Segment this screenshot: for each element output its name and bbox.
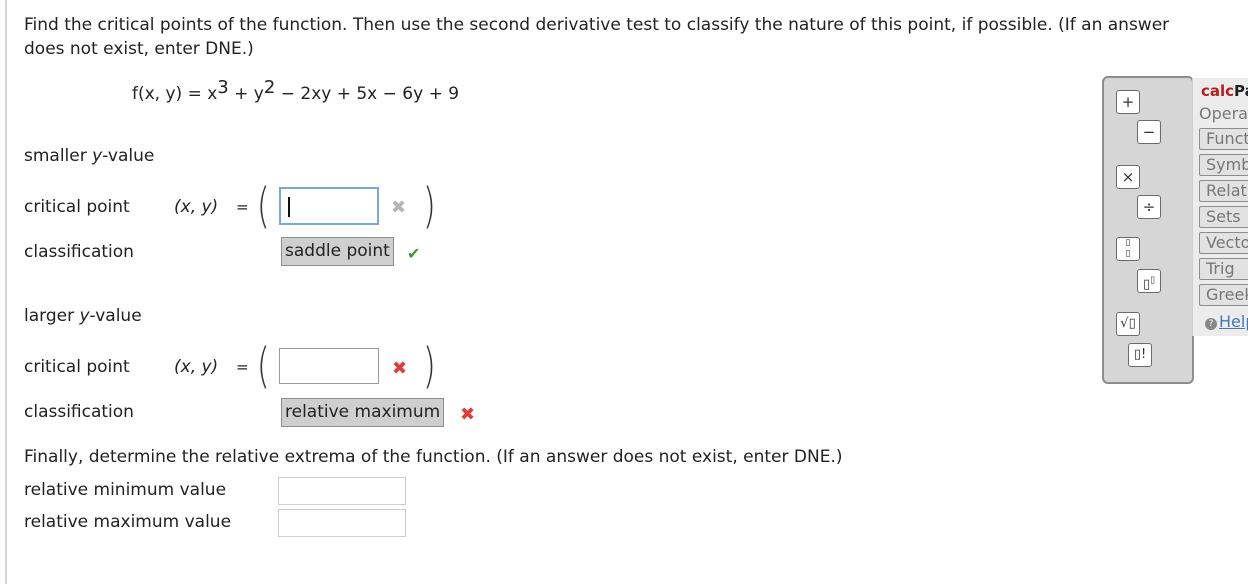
- smaller-xy-label: (x, y): [174, 197, 219, 217]
- math-palette: + − × ÷ ▯ ▯ ▯▯ √▯ ▯!: [1102, 76, 1194, 384]
- help-text: Help: [1219, 312, 1248, 331]
- operations-label: Operations: [1199, 104, 1248, 123]
- calcpad-title: calcPad: [1201, 82, 1248, 100]
- smaller-critical-point-input[interactable]: [279, 187, 379, 225]
- smaller-equals: =: [236, 198, 249, 216]
- function-rest: − 2xy + 5x − 6y + 9: [275, 84, 460, 104]
- larger-class-label: classification: [24, 402, 134, 422]
- heading-text: larger: [24, 306, 80, 326]
- help-icon: ?: [1205, 318, 1217, 330]
- smaller-classification-select[interactable]: saddle point: [281, 237, 394, 266]
- smaller-class-label: classification: [24, 242, 134, 262]
- larger-close-paren: ): [422, 338, 436, 394]
- tab-vectors[interactable]: Vectors: [1199, 232, 1248, 254]
- larger-class-x-icon: ✖: [460, 404, 476, 425]
- smaller-cp-x-icon: ✖: [391, 197, 407, 218]
- larger-critical-point-input[interactable]: [279, 348, 379, 384]
- tab-relations[interactable]: Relations: [1199, 180, 1248, 202]
- smaller-class-check-icon: ✔: [407, 244, 421, 263]
- extrema-prompt: Finally, determine the relative extrema …: [24, 447, 843, 467]
- power-button[interactable]: ▯▯: [1137, 269, 1161, 293]
- heading-var: y: [92, 146, 103, 166]
- tab-trig[interactable]: Trig: [1199, 258, 1248, 280]
- heading-suffix: -value: [102, 146, 155, 166]
- heading-text: smaller: [24, 146, 93, 166]
- heading-var: y: [79, 306, 90, 326]
- divide-button[interactable]: ÷: [1137, 195, 1161, 219]
- tab-greek[interactable]: Greek: [1199, 284, 1248, 306]
- min-value-label: relative minimum value: [24, 480, 227, 500]
- smaller-close-paren: ): [422, 178, 436, 234]
- left-border: [5, 0, 7, 584]
- larger-xy-label: (x, y): [174, 357, 219, 377]
- smaller-open-paren: (: [256, 178, 270, 234]
- calcpad-title-red: calc: [1201, 82, 1235, 100]
- max-value-label: relative maximum value: [24, 512, 232, 532]
- function-lhs: f(x, y) = x: [132, 84, 218, 104]
- help-link[interactable]: ?Help: [1205, 312, 1248, 331]
- times-button[interactable]: ×: [1116, 165, 1140, 189]
- minus-button[interactable]: −: [1137, 120, 1161, 144]
- factorial-button[interactable]: ▯!: [1128, 343, 1152, 367]
- power-icon: ▯▯: [1142, 276, 1156, 293]
- larger-heading: larger y-value: [24, 306, 142, 326]
- exponent-3: 3: [217, 77, 229, 98]
- heading-suffix: -value: [89, 306, 142, 326]
- tab-functions[interactable]: Functions: [1199, 128, 1248, 150]
- function-mid: + y: [228, 84, 264, 104]
- tab-sets[interactable]: Sets: [1199, 206, 1248, 228]
- larger-classification-select[interactable]: relative maximum: [281, 398, 445, 427]
- function-expression: f(x, y) = x3 + y2 − 2xy + 5x − 6y + 9: [132, 79, 460, 105]
- smaller-cp-label: critical point: [24, 197, 130, 217]
- calcpad-panel: calcPad Operations Functions Symbols Rel…: [1192, 78, 1248, 336]
- exponent-2: 2: [263, 77, 276, 98]
- fraction-button[interactable]: ▯ ▯: [1116, 237, 1140, 261]
- larger-equals: =: [236, 358, 249, 376]
- larger-cp-label: critical point: [24, 357, 130, 377]
- fraction-icon: ▯ ▯: [1125, 238, 1131, 259]
- smaller-heading: smaller y-value: [24, 146, 154, 166]
- calcpad-title-rest: Pad: [1234, 82, 1248, 100]
- sqrt-button[interactable]: √▯: [1116, 312, 1140, 336]
- relative-max-input[interactable]: [278, 509, 406, 537]
- tab-symbols[interactable]: Symbols: [1199, 154, 1248, 176]
- larger-open-paren: (: [256, 338, 270, 394]
- plus-button[interactable]: +: [1116, 90, 1140, 114]
- larger-cp-x-icon: ✖: [392, 358, 408, 379]
- relative-min-input[interactable]: [278, 477, 406, 505]
- text-cursor: [288, 197, 290, 217]
- question-prompt: Find the critical points of the function…: [24, 15, 1170, 59]
